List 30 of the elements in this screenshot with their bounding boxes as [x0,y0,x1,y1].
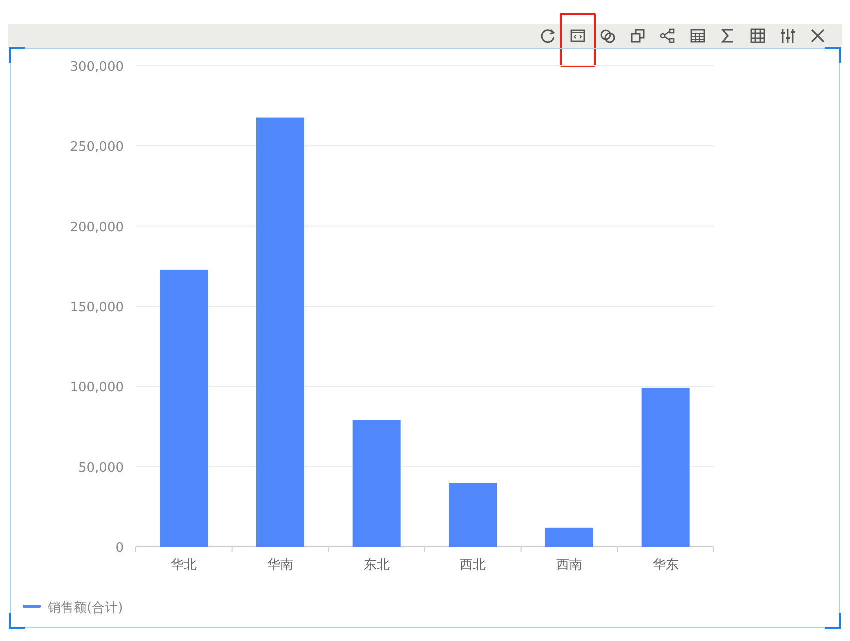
corner-bracket [825,47,841,63]
y-axis-label: 300,000 [70,60,124,75]
legend-swatch [23,605,41,608]
corner-bracket [825,613,841,629]
refresh-icon [539,27,557,45]
corner-bracket [9,613,25,629]
bar [449,483,498,547]
y-axis-label: 200,000 [70,220,124,236]
code-icon [569,27,587,45]
y-axis-label: 250,000 [70,140,124,156]
x-axis-label: 西南 [556,558,582,573]
y-axis-label: 100,000 [70,380,124,396]
overlapping-circles-icon [599,27,617,45]
grid-icon [749,27,767,45]
bar [546,528,594,547]
x-axis-label: 西北 [460,558,486,573]
legend-label[interactable]: 销售额(合计) [48,601,124,616]
x-axis-label: 华东 [652,558,679,573]
y-axis-label: 0 [116,541,124,556]
share-icon [659,27,677,45]
y-axis-label: 50,000 [78,460,124,476]
copy-icon [629,27,647,45]
sliders-icon [779,27,797,45]
x-axis-label: 华北 [171,558,198,573]
corner-bracket [9,47,25,63]
y-axis-label: 150,000 [70,300,124,316]
x-axis-label: 东北 [364,558,390,573]
x-axis-label: 华南 [268,558,294,573]
close-icon [809,27,827,45]
table-icon [689,27,707,45]
